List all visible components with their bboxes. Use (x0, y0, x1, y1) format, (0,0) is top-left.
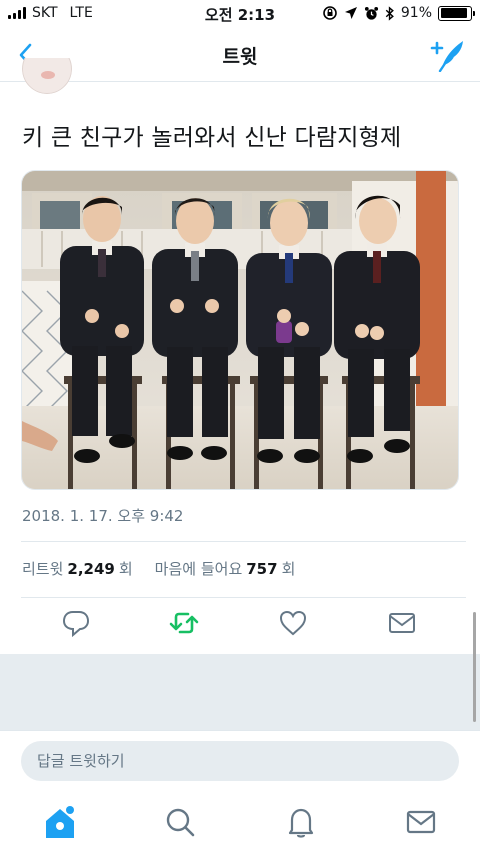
retweets-label[interactable]: 리트윗 (22, 558, 63, 579)
tweet-stats: 리트윗 2,249 회 마음에 들어요 757 회 (22, 558, 295, 579)
alarm-icon (364, 6, 378, 20)
tab-bar (0, 792, 480, 854)
bluetooth-icon (385, 5, 394, 21)
battery-fill (440, 8, 467, 18)
reply-input[interactable]: 답글 트윗하기 (21, 741, 459, 781)
notifications-icon[interactable] (281, 802, 321, 842)
retweets-count[interactable]: 2,249 (67, 560, 114, 578)
photo-content (22, 171, 458, 489)
status-right: 91% (322, 5, 475, 21)
divider (21, 597, 466, 598)
retweets-unit: 회 (118, 560, 133, 578)
share-icon[interactable] (387, 608, 417, 638)
rotation-lock-icon (323, 6, 337, 20)
compose-tweet-icon[interactable] (430, 38, 466, 72)
messages-icon[interactable] (401, 802, 441, 842)
navigation-bar: 트윗 (0, 28, 480, 82)
home-icon[interactable] (40, 802, 80, 842)
tweet-detail-screen: SKT LTE 오전 2:13 91% 트윗 키 큰 친구가 놀러와서 신난 다… (0, 0, 480, 854)
likes-label[interactable]: 마음에 들어요 (155, 558, 243, 579)
empty-replies-area (0, 654, 480, 730)
like-icon[interactable] (278, 608, 308, 638)
page-title: 트윗 (222, 46, 258, 68)
reply-bar: 답글 트윗하기 (0, 730, 480, 792)
retweet-icon[interactable] (169, 608, 199, 638)
reply-icon[interactable] (61, 608, 91, 638)
divider (21, 541, 466, 542)
status-bar: SKT LTE 오전 2:13 91% (0, 0, 480, 28)
battery-percent: 91% (400, 5, 432, 21)
battery-icon (438, 5, 475, 21)
likes-unit: 회 (281, 560, 296, 578)
author-avatar[interactable] (22, 58, 72, 94)
tweet-timestamp: 2018. 1. 17. 오후 9:42 (22, 507, 184, 525)
likes-count[interactable]: 757 (246, 560, 277, 578)
tweet-text: 키 큰 친구가 놀러와서 신난 다람지형제 (22, 125, 402, 151)
tweet-actions (0, 606, 480, 646)
scrollbar[interactable] (473, 612, 476, 722)
location-icon (344, 7, 357, 19)
tweet-photo[interactable] (21, 170, 459, 490)
search-icon[interactable] (160, 802, 200, 842)
